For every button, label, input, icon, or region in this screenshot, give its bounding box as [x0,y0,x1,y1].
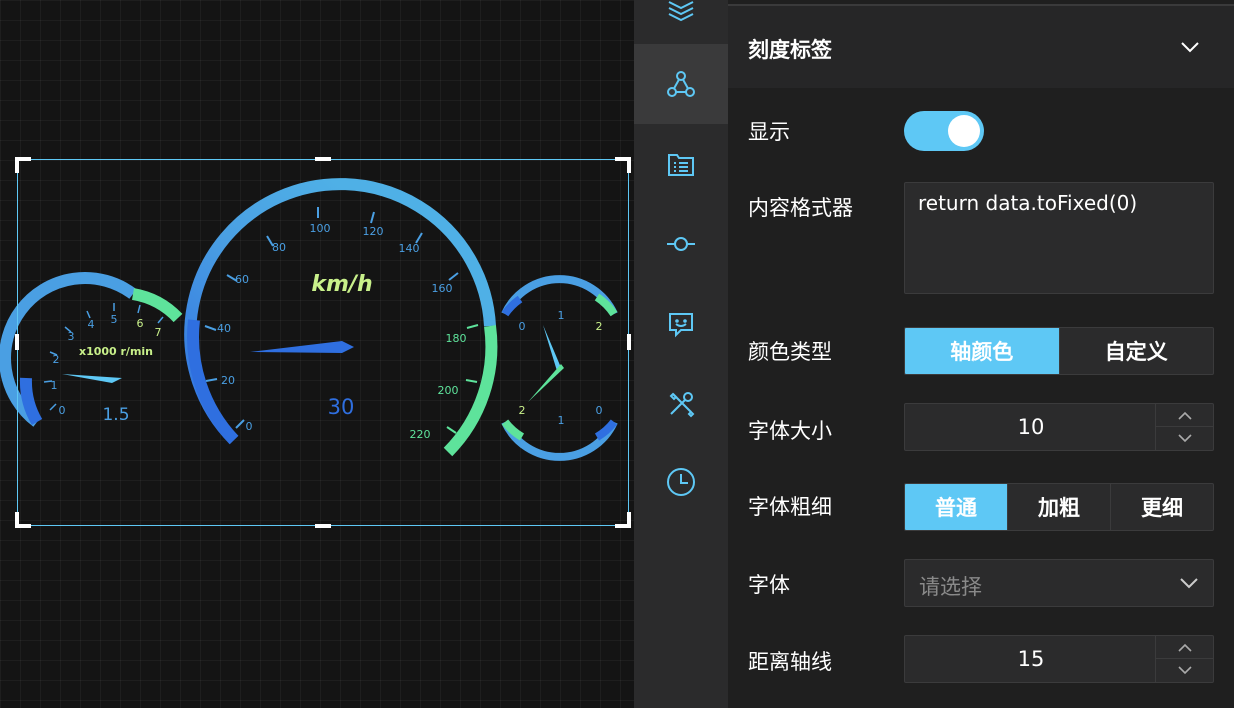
font-size-stepper: 10 [904,403,1214,451]
tab-data[interactable] [634,124,728,204]
font-size-increment[interactable] [1156,404,1213,427]
font-weight-segmented: 普通 加粗 更细 [904,483,1214,531]
distance-label: 距离轴线 [748,650,832,674]
show-label: 显示 [748,120,790,144]
formatter-textarea[interactable]: return data.toFixed(0) [904,182,1214,294]
color-type-segmented: 轴颜色 自定义 [904,327,1214,375]
resize-handle-top-left[interactable] [15,157,31,173]
distance-increment[interactable] [1156,636,1213,659]
design-canvas[interactable]: 0 1 2 3 4 5 6 7 x1000 r/min 1.5 0 20 40 … [0,0,634,708]
chevron-down-icon [1180,578,1198,589]
section-header[interactable]: 刻度标签 [728,4,1234,88]
tools-icon [669,392,695,418]
color-type-label: 颜色类型 [748,340,832,364]
tab-series[interactable] [634,44,728,124]
resize-handle-top-right[interactable] [615,157,631,173]
font-weight-lighter-button[interactable]: 更细 [1110,484,1213,530]
color-type-axis-button[interactable]: 轴颜色 [905,328,1059,374]
selection-box[interactable] [15,157,631,528]
show-toggle[interactable] [904,111,984,151]
tooltip-icon [669,313,693,338]
font-weight-normal-button[interactable]: 普通 [905,484,1007,530]
chevron-down-icon[interactable] [1180,40,1200,54]
font-size-decrement[interactable] [1156,427,1213,450]
resize-handle-bottom-left[interactable] [15,512,31,528]
font-weight-bold-button[interactable]: 加粗 [1007,484,1110,530]
font-size-input[interactable]: 10 [905,404,1157,450]
axis-line-icon [667,237,695,251]
tab-tooltip[interactable] [634,284,728,364]
clock-icon [667,468,695,496]
nodes-icon [667,71,695,97]
layers-icon [668,1,694,22]
section-title: 刻度标签 [748,38,832,62]
resize-handle-top[interactable] [315,157,331,161]
distance-decrement[interactable] [1156,659,1213,682]
tab-axis[interactable] [634,204,728,284]
font-family-select[interactable]: 请选择 [904,559,1214,607]
chevron-down-icon [1177,434,1192,443]
resize-handle-bottom[interactable] [315,524,331,528]
font-family-placeholder: 请选择 [919,575,982,599]
toggle-knob [948,115,980,147]
resize-handle-right[interactable] [627,334,631,350]
resize-handle-left[interactable] [15,334,19,350]
property-panel: 刻度标签 显示 内容格式器 return data.toFixed(0) 颜色类… [728,0,1234,708]
resize-handle-bottom-right[interactable] [615,512,631,528]
list-icon [668,154,694,176]
font-weight-label: 字体粗细 [748,495,832,519]
chevron-down-icon [1177,666,1192,675]
tab-animation[interactable] [634,442,728,522]
font-size-label: 字体大小 [748,419,832,443]
property-category-bar [634,0,728,708]
chevron-up-icon [1177,643,1192,652]
tab-layers[interactable] [634,0,728,50]
tab-tools[interactable] [634,364,728,444]
chevron-up-icon [1177,411,1192,420]
font-family-label: 字体 [748,573,790,597]
distance-stepper: 15 [904,635,1214,683]
color-type-custom-button[interactable]: 自定义 [1058,328,1214,374]
distance-input[interactable]: 15 [905,636,1157,682]
formatter-label: 内容格式器 [748,196,853,220]
